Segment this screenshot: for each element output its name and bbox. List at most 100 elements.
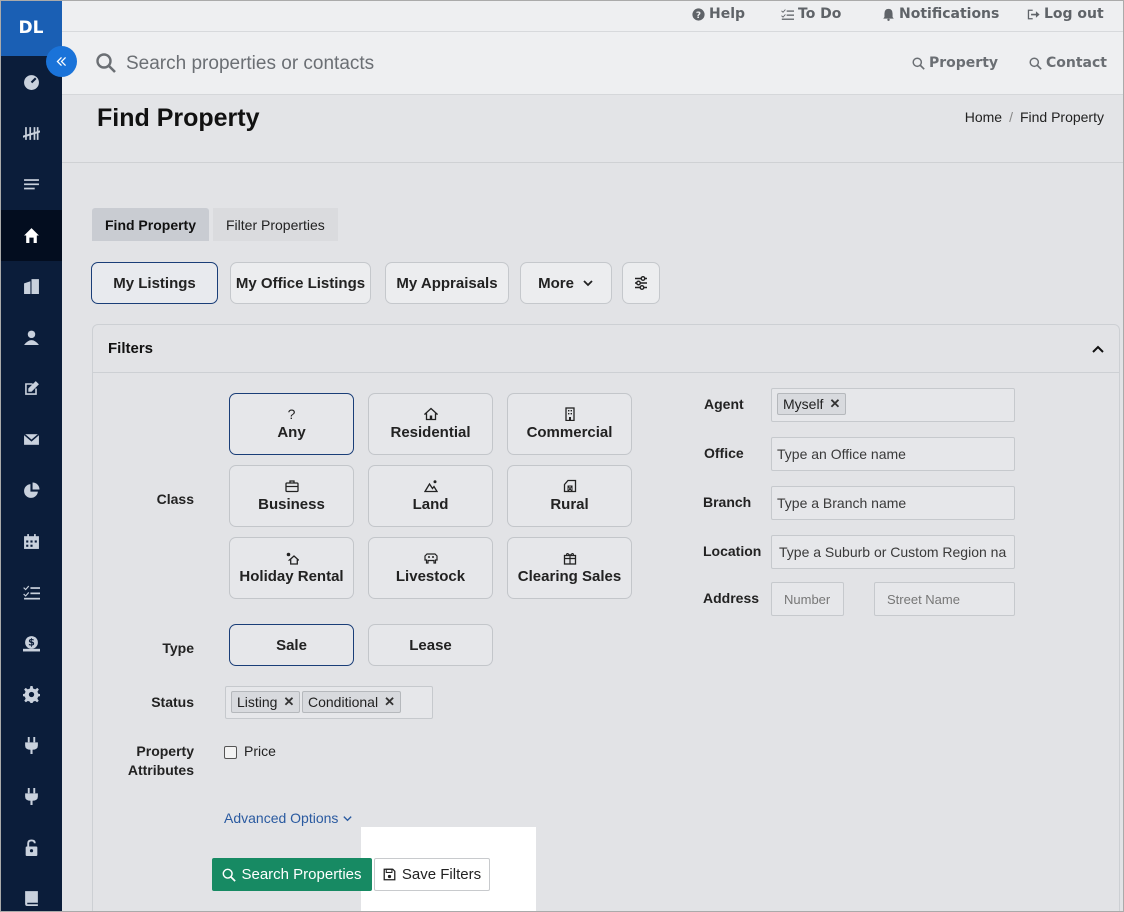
buildings-icon[interactable] <box>0 261 62 312</box>
agent-multiselect[interactable]: Myself ✕ <box>771 388 1015 422</box>
book-icon[interactable] <box>0 873 62 912</box>
pie-chart-icon[interactable] <box>0 465 62 516</box>
plug-icon[interactable] <box>0 720 62 771</box>
location-input[interactable] <box>771 535 1015 569</box>
close-icon[interactable]: ✕ <box>384 694 395 710</box>
my-listings-button[interactable]: My Listings <box>91 262 218 304</box>
class-rural-button[interactable]: Rural <box>507 465 632 527</box>
sidebar: DL $ <box>0 0 62 912</box>
chevron-up-icon[interactable] <box>1091 342 1105 356</box>
sidebar-collapse-button[interactable] <box>46 46 77 77</box>
mail-icon[interactable] <box>0 414 62 465</box>
page-title: Find Property <box>97 104 260 132</box>
home-icon[interactable] <box>0 210 62 261</box>
search-icon <box>96 53 116 73</box>
logout-icon <box>1027 9 1040 19</box>
help-label: Help <box>709 6 746 22</box>
class-clearing-sales-button[interactable]: Clearing Sales <box>507 537 632 599</box>
more-label: More <box>538 274 574 292</box>
top-header: ? Help To Do Notifications Log out Prope… <box>62 0 1124 95</box>
save-filters-button[interactable]: Save Filters <box>374 858 490 891</box>
class-livestock-label: Livestock <box>395 568 466 585</box>
lock-icon[interactable] <box>0 822 62 873</box>
breadcrumb: Home / Find Property <box>965 109 1104 125</box>
list-icon[interactable] <box>0 159 62 210</box>
class-business-label: Business <box>258 496 325 513</box>
address-number-input[interactable] <box>771 582 844 616</box>
search-icon <box>1029 56 1042 70</box>
my-office-listings-button[interactable]: My Office Listings <box>230 262 371 304</box>
filter-settings-button[interactable] <box>622 262 660 304</box>
bell-icon <box>883 8 894 21</box>
page-titlebar: Find Property Home / Find Property <box>62 95 1124 163</box>
checklist-icon[interactable] <box>0 567 62 618</box>
close-icon[interactable]: ✕ <box>283 694 294 710</box>
status-multiselect[interactable]: Listing ✕ Conditional ✕ <box>225 686 433 719</box>
my-appraisals-button[interactable]: My Appraisals <box>385 262 509 304</box>
help-icon: ? <box>692 7 705 20</box>
global-search-input[interactable] <box>126 49 726 79</box>
plug-icon[interactable] <box>0 771 62 822</box>
address-street-input[interactable] <box>874 582 1015 616</box>
filters-header[interactable]: Filters <box>93 325 1119 373</box>
user-icon[interactable] <box>0 312 62 363</box>
svg-text:$: $ <box>28 638 35 649</box>
class-commercial-label: Commercial <box>526 424 613 441</box>
type-sale-button[interactable]: Sale <box>229 624 354 666</box>
property-attributes-label-line1: Property <box>136 743 194 759</box>
tab-find-property[interactable]: Find Property <box>92 208 210 241</box>
checklist-icon <box>781 8 794 20</box>
location-label: Location <box>703 543 762 559</box>
cow-icon <box>423 553 438 564</box>
chevron-down-icon <box>583 280 593 287</box>
class-livestock-button[interactable]: Livestock <box>368 537 493 599</box>
class-residential-button[interactable]: Residential <box>368 393 493 455</box>
status-tag-conditional-label: Conditional <box>308 694 379 710</box>
breadcrumb-home[interactable]: Home <box>965 109 1002 125</box>
class-commercial-button[interactable]: Commercial <box>507 393 632 455</box>
question-icon: ? <box>287 406 296 422</box>
advanced-options-link[interactable]: Advanced Options <box>224 810 353 826</box>
calendar-icon[interactable] <box>0 516 62 567</box>
gear-icon[interactable] <box>0 669 62 720</box>
barn-icon <box>563 479 576 493</box>
search-properties-button[interactable]: Search Properties <box>212 858 372 891</box>
logout-link[interactable]: Log out <box>1027 6 1104 22</box>
close-icon[interactable]: ✕ <box>829 396 840 412</box>
logout-label: Log out <box>1044 6 1104 22</box>
breadcrumb-separator: / <box>1009 109 1013 125</box>
search-icon <box>223 868 237 882</box>
tally-icon[interactable] <box>0 108 62 159</box>
search-icon <box>912 56 925 70</box>
advanced-options-label: Advanced Options <box>224 810 339 826</box>
price-checkbox[interactable] <box>224 746 237 759</box>
class-business-button[interactable]: Business <box>229 465 354 527</box>
todo-link[interactable]: To Do <box>781 6 841 22</box>
type-label: Type <box>162 640 194 656</box>
branch-input[interactable] <box>771 486 1015 520</box>
status-tag-listing: Listing ✕ <box>231 691 301 713</box>
notifications-link[interactable]: Notifications <box>882 6 999 22</box>
sliders-icon <box>635 276 647 290</box>
class-clearing-sales-label: Clearing Sales <box>517 568 622 585</box>
notifications-label: Notifications <box>899 6 1000 22</box>
class-land-button[interactable]: Land <box>368 465 493 527</box>
agent-tag-myself: Myself ✕ <box>777 393 847 415</box>
more-dropdown-button[interactable]: More <box>520 262 612 304</box>
tab-filter-properties[interactable]: Filter Properties <box>213 208 338 241</box>
breadcrumb-current: Find Property <box>1019 109 1104 125</box>
class-any-button[interactable]: ? Any <box>229 393 354 455</box>
briefcase-icon <box>284 480 299 493</box>
contact-search-link[interactable]: Contact <box>1029 55 1107 71</box>
type-lease-button[interactable]: Lease <box>368 624 493 666</box>
house-icon <box>423 407 438 421</box>
class-holiday-rental-button[interactable]: Holiday Rental <box>229 537 354 599</box>
save-filters-label: Save Filters <box>401 866 482 883</box>
class-any-label: Any <box>277 424 306 441</box>
class-holiday-rental-label: Holiday Rental <box>239 568 344 585</box>
help-link[interactable]: ? Help <box>692 6 745 22</box>
office-input[interactable] <box>771 437 1015 471</box>
money-icon[interactable]: $ <box>0 618 62 669</box>
edit-icon[interactable] <box>0 363 62 414</box>
property-search-link[interactable]: Property <box>912 55 998 71</box>
